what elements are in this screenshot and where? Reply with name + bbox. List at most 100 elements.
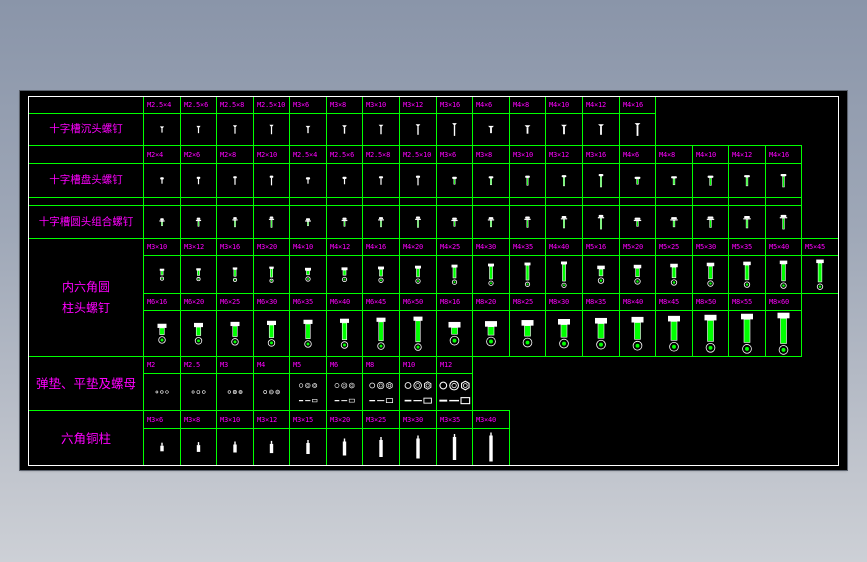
socket-head-screw-icon [521, 320, 534, 348]
screw-head [488, 125, 494, 128]
size-header-cell: M3×12 [180, 238, 217, 256]
socket-recess [562, 341, 566, 346]
thread-stud [417, 435, 419, 439]
socket-recess [379, 344, 383, 348]
screw-shank [672, 220, 676, 228]
size-label: M2×10 [257, 150, 278, 159]
size-label: M4×8 [659, 150, 676, 159]
screw-head [233, 217, 237, 220]
screw-shank [268, 324, 275, 338]
countersunk-screw-icon [269, 124, 274, 135]
part-cell [765, 163, 802, 198]
screw-shank [453, 220, 456, 227]
thread-stud [453, 434, 456, 437]
pan-head-screw-icon [488, 176, 494, 186]
part-cell [362, 205, 400, 239]
part-cell [399, 163, 437, 198]
socket-head-screw-icon [159, 268, 165, 281]
countersunk-screw-icon [196, 125, 201, 134]
size-header-cell: M6×25 [216, 293, 254, 311]
socket-recess [635, 343, 640, 348]
part-cell [655, 310, 693, 357]
size-label: M6×45 [366, 298, 387, 306]
screw-head [196, 268, 201, 271]
screw-head [305, 218, 311, 221]
size-label: M3×10 [366, 101, 387, 109]
flat-washer-hole [306, 384, 310, 387]
size-label: M6 [330, 361, 339, 369]
pan-head-screw-icon [342, 176, 347, 185]
washer-nut-icon [227, 389, 243, 395]
screw-shank [197, 270, 200, 276]
screw-head [269, 216, 274, 219]
section-label-line: 六角铜柱 [60, 430, 111, 446]
part-cell [362, 373, 400, 411]
screw-shank [636, 220, 639, 227]
size-label: M3×35 [440, 415, 461, 424]
size-header-cell: M3×15 [289, 410, 327, 429]
screw-shank [415, 320, 421, 343]
socket-head-screw-icon [305, 267, 311, 282]
screw-shank [490, 220, 492, 228]
size-label: M2×8 [220, 150, 237, 159]
size-label: M3×10 [220, 415, 241, 424]
screw-head [598, 214, 604, 218]
screw-head [415, 216, 421, 219]
part-cell [509, 310, 546, 357]
socket-recess [160, 338, 164, 342]
screw-shank [597, 323, 605, 339]
screw-head [452, 176, 457, 179]
socket-head-screw-icon [303, 319, 313, 348]
washer-nut-icon [263, 389, 280, 395]
hex-standoff-icon [306, 440, 310, 454]
socket-recess [745, 283, 749, 286]
section-header-blank [28, 96, 144, 114]
standoff-body [416, 438, 420, 459]
flat-washer-hole [233, 390, 236, 394]
screw-head [232, 125, 238, 128]
screw-shank [526, 219, 529, 228]
pan-head-screw-icon [160, 177, 164, 184]
screw-shank [270, 219, 273, 228]
part-cell [326, 163, 363, 198]
standoff-body [342, 441, 347, 456]
screw-head [561, 175, 567, 178]
spring-washer-side [298, 400, 304, 402]
screw-head [598, 174, 604, 177]
part-cell [472, 205, 510, 239]
size-label: M10 [403, 361, 416, 369]
screw-head [267, 320, 276, 325]
socket-head-screw-icon [524, 262, 531, 287]
screw-head [816, 259, 824, 264]
part-cell [436, 373, 473, 411]
socket-head-screw-icon [415, 265, 421, 284]
socket-head-screw-icon [668, 315, 680, 352]
part-cell [216, 373, 254, 411]
size-header-cell: M5×35 [728, 238, 766, 256]
spring-washer-side [369, 400, 376, 402]
flat-washer [377, 381, 385, 390]
size-label: M6×50 [403, 298, 424, 306]
screw-head [376, 317, 386, 322]
screw-shank [307, 179, 309, 184]
size-header-cell: M8×35 [582, 293, 620, 311]
part-cell [399, 255, 437, 294]
size-header-cell: M12 [436, 356, 473, 374]
screw-head [488, 263, 494, 267]
socket-recess [781, 347, 786, 352]
socket-recess [599, 279, 603, 282]
socket-head-screw-icon [595, 317, 607, 350]
part-cell [180, 428, 217, 466]
screw-shank [563, 219, 565, 229]
size-label: M2 [147, 361, 156, 369]
socket-head-screw-icon [376, 317, 386, 350]
screw-head [704, 314, 717, 321]
spring-washer-side [334, 400, 340, 402]
part-cell [545, 255, 583, 294]
part-cell [143, 310, 181, 357]
screw-shank [600, 218, 602, 230]
size-label: M3×8 [330, 101, 347, 109]
size-header-cell: M3×12 [545, 145, 583, 164]
size-header-cell: M6×35 [289, 293, 327, 311]
size-label: M3×6 [293, 101, 310, 109]
